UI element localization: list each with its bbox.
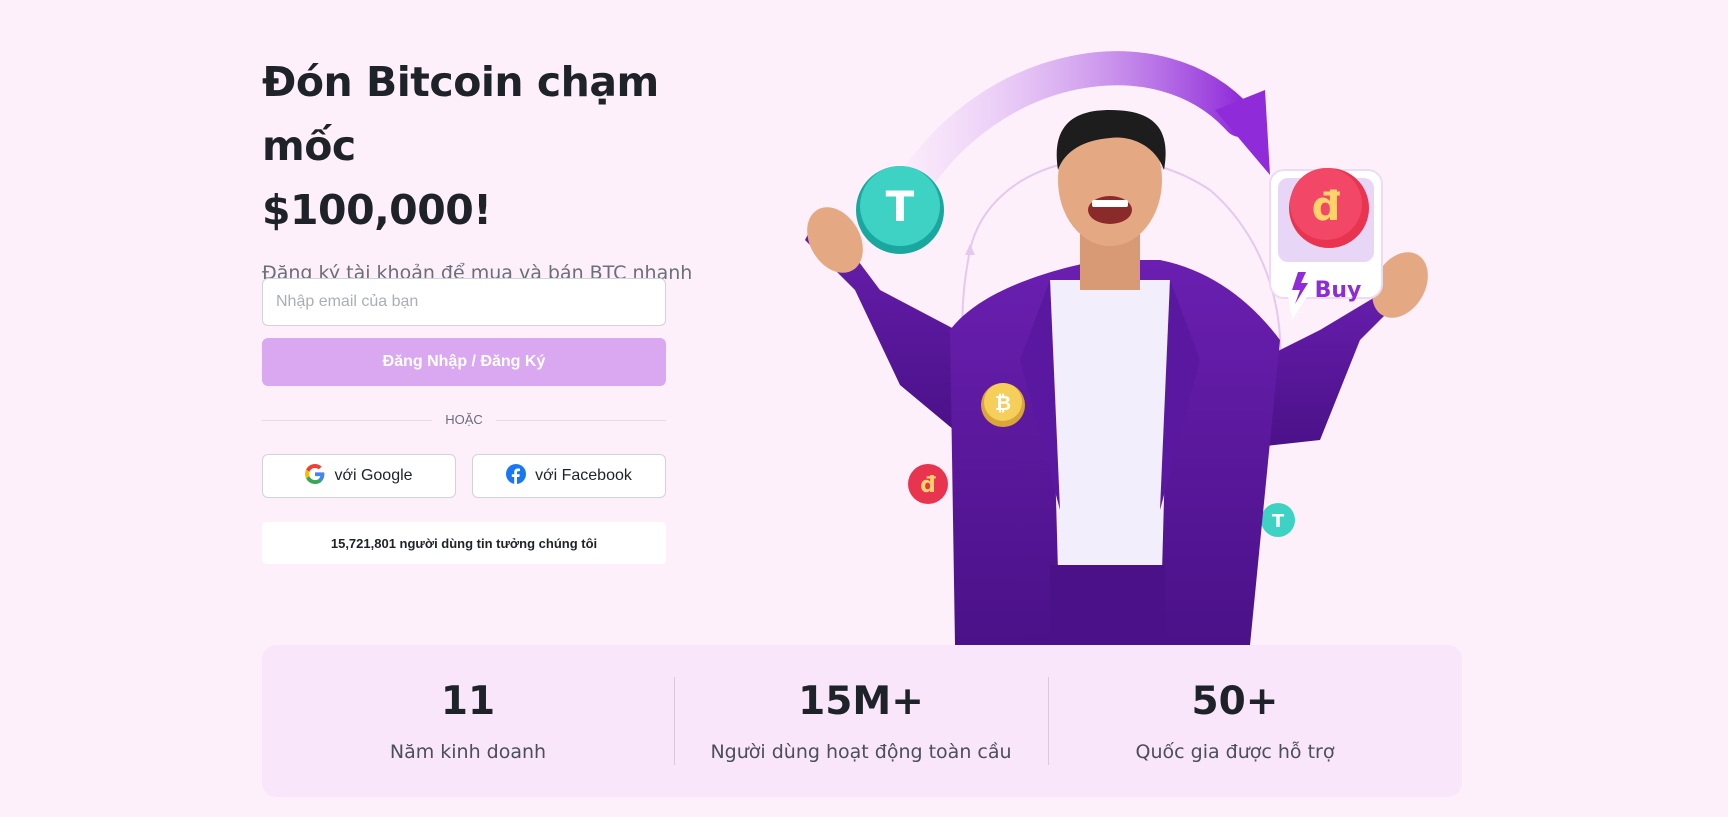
stat-users: 15M+ Người dùng hoạt động toàn cầu — [674, 645, 1048, 797]
vnd-coin-icon: đ — [1312, 184, 1341, 230]
stat-countries: 50+ Quốc gia được hỗ trợ — [1048, 645, 1422, 797]
google-login-button[interactable]: với Google — [262, 454, 456, 498]
facebook-icon — [506, 463, 527, 489]
facebook-login-button[interactable]: với Facebook — [472, 454, 666, 498]
stat-countries-label: Quốc gia được hỗ trợ — [1135, 741, 1335, 763]
email-input[interactable] — [262, 278, 666, 326]
google-login-label: với Google — [334, 467, 413, 484]
stat-years-value: 11 — [440, 679, 496, 724]
stat-years: 11 Năm kinh doanh — [262, 645, 674, 797]
or-divider: HOẶC — [262, 410, 666, 430]
hero-title: Đón Bitcoin chạm mốc $100,000! — [262, 50, 722, 242]
usdt-coin-small-icon: T — [1261, 503, 1295, 537]
usdt-coin-icon: T — [856, 166, 944, 254]
login-register-button[interactable]: Đăng Nhập / Đăng Ký — [262, 338, 666, 386]
btc-coin-icon: ₿ — [981, 383, 1025, 427]
hero-illustration: T đ T ₿ đ Buy — [805, 51, 1428, 645]
stat-users-value: 15M+ — [798, 679, 924, 724]
buy-label: Buy — [1315, 278, 1362, 303]
svg-text:T: T — [886, 182, 915, 231]
svg-text:₿: ₿ — [995, 391, 1011, 415]
stat-years-label: Năm kinh doanh — [389, 741, 547, 763]
buy-card: đ Buy — [1269, 168, 1383, 320]
google-icon — [305, 463, 325, 489]
svg-text:T: T — [1272, 511, 1285, 532]
trust-banner: 15,721,801 người dùng tin tưởng chúng tô… — [262, 522, 666, 564]
hero-title-line1: Đón Bitcoin chạm mốc — [262, 58, 659, 170]
svg-text:đ: đ — [920, 473, 936, 498]
vnd-coin-small-icon: đ — [908, 464, 948, 504]
stat-users-label: Người dùng hoạt động toàn cầu — [710, 741, 1012, 763]
stat-countries-value: 50+ — [1191, 679, 1279, 724]
hero-section: Đón Bitcoin chạm mốc $100,000! Đăng ký t… — [262, 50, 722, 317]
stats-panel: 11 Năm kinh doanh 15M+ Người dùng hoạt đ… — [262, 645, 1462, 797]
facebook-login-label: với Facebook — [535, 467, 632, 484]
hero-title-line2: $100,000! — [262, 186, 492, 234]
